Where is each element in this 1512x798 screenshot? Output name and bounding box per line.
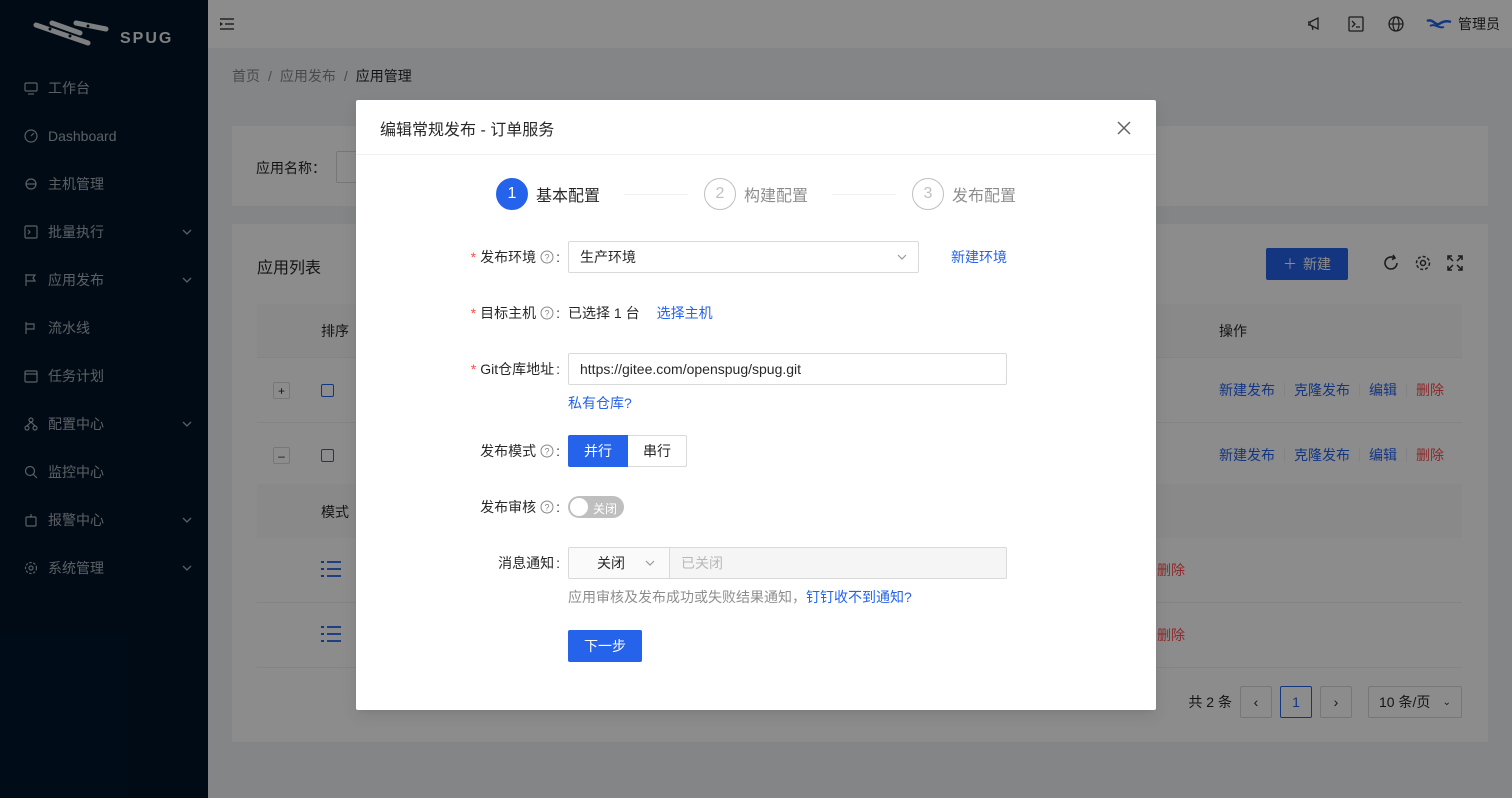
close-icon	[1117, 121, 1131, 135]
select-host-link[interactable]: 选择主机	[657, 303, 713, 323]
env-select[interactable]: 生产环境	[568, 241, 919, 273]
question-circle-icon[interactable]: ?	[540, 500, 554, 514]
steps: 1 基本配置 2 构建配置 3 发布配置	[496, 178, 1016, 212]
notify-help-text: 应用审核及发布成功或失败结果通知，	[568, 589, 806, 605]
git-url-input[interactable]: https://gitee.com/openspug/spug.git	[568, 353, 1007, 385]
edit-release-modal: 编辑常规发布 - 订单服务 1 基本配置 2 构建配置 3 发布配置 * 发布环境…	[356, 100, 1156, 710]
review-label: 发布审核?:	[480, 499, 560, 515]
question-circle-icon[interactable]: ?	[540, 306, 554, 320]
dingtalk-help-link[interactable]: 钉钉收不到通知?	[806, 589, 912, 605]
step-number: 2	[704, 178, 736, 210]
step-connector	[624, 194, 688, 195]
new-env-link[interactable]: 新建环境	[951, 247, 1007, 267]
review-label-text: 发布审核	[480, 499, 537, 515]
env-select-value: 生产环境	[580, 249, 636, 265]
step-number: 3	[912, 178, 944, 210]
next-step-button[interactable]: 下一步	[568, 630, 642, 662]
step-deploy: 3 发布配置	[912, 178, 1016, 210]
chevron-down-icon	[897, 254, 907, 260]
notify-help: 应用审核及发布成功或失败结果通知，钉钉收不到通知?	[568, 587, 1007, 607]
question-circle-icon[interactable]: ?	[540, 250, 554, 264]
mode-parallel-radio[interactable]: 并行	[568, 435, 628, 467]
env-label-text: 发布环境	[480, 249, 537, 265]
host-selected-count: 已选择 1 台	[568, 305, 640, 321]
svg-text:?: ?	[545, 253, 550, 263]
step-build: 2 构建配置	[704, 178, 808, 210]
step-basic: 1 基本配置	[496, 178, 600, 210]
host-label-text: 目标主机	[480, 305, 537, 321]
notify-url-input: 已关闭	[670, 547, 1007, 579]
modal-title: 编辑常规发布 - 订单服务	[380, 122, 555, 139]
step-connector	[832, 194, 896, 195]
svg-text:?: ?	[545, 503, 550, 513]
mode-radio-group: 并行 串行	[568, 435, 687, 467]
step-title: 构建配置	[744, 188, 809, 205]
notify-label-text: 消息通知	[498, 555, 555, 571]
step-title: 基本配置	[536, 188, 601, 205]
host-label: * 目标主机?:	[470, 305, 560, 321]
git-label: * Git仓库地址:	[470, 361, 560, 377]
close-button[interactable]	[1110, 114, 1138, 142]
notify-label: 消息通知:	[498, 555, 560, 571]
svg-text:?: ?	[545, 447, 550, 457]
mode-serial-radio[interactable]: 串行	[628, 435, 687, 467]
env-label: * 发布环境?:	[470, 249, 560, 265]
svg-text:?: ?	[545, 309, 550, 319]
notify-type-value: 关闭	[597, 555, 625, 571]
mode-label: 发布模式?:	[480, 443, 560, 459]
git-label-text: Git仓库地址	[480, 361, 555, 377]
modal-header: 编辑常规发布 - 订单服务	[356, 100, 1156, 155]
private-repo-link[interactable]: 私有仓库?	[568, 395, 632, 411]
question-circle-icon[interactable]: ?	[540, 444, 554, 458]
mode-label-text: 发布模式	[480, 443, 537, 459]
chevron-down-icon	[645, 560, 655, 566]
review-switch[interactable]: 关闭	[568, 496, 624, 518]
notify-type-select[interactable]: 关闭	[568, 547, 670, 579]
step-number: 1	[496, 178, 528, 210]
switch-text: 关闭	[593, 502, 618, 516]
step-title: 发布配置	[952, 188, 1017, 205]
